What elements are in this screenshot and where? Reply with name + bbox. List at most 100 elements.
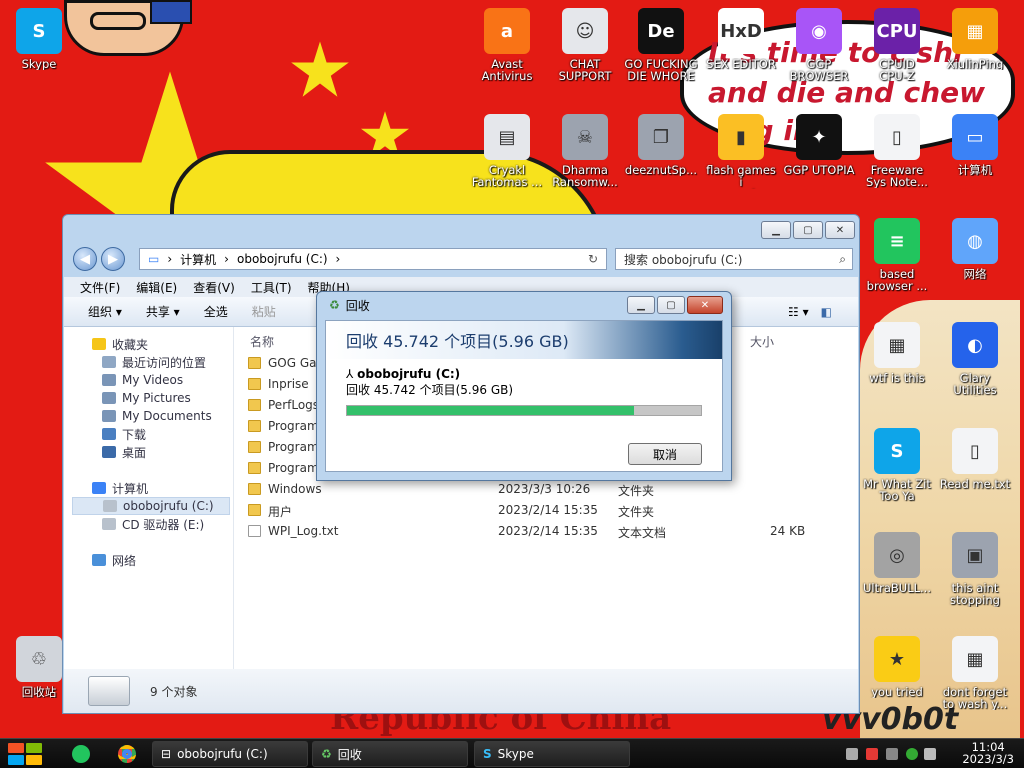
desktop-cpuz-shortcut[interactable]: CPU CPUID CPU-Z [860, 8, 934, 82]
column-size[interactable]: 大小 [750, 333, 774, 350]
skype-icon: S [16, 8, 62, 54]
nav-recent[interactable]: 最近访问的位置 [102, 353, 206, 371]
avast-icon: a [484, 8, 530, 54]
breadcrumb-computer[interactable]: 计算机 [180, 251, 216, 268]
taskbar-explorer-task[interactable]: ⊟ obobojrufu (C:) [152, 741, 308, 767]
cancel-button[interactable]: 取消 [628, 443, 702, 465]
tray-flag-icon[interactable] [866, 748, 878, 760]
file-row[interactable]: Windows 2023/3/3 10:26 文件夹 [236, 479, 858, 499]
desktop-this-aint-shortcut[interactable]: ▣ this aint stopping di... [938, 532, 1012, 607]
desktop-ultrabull-shortcut[interactable]: ◎ UltraBULL... [860, 532, 934, 594]
explorer-titlebar[interactable]: ▁ ▢ ✕ [63, 215, 859, 245]
cpuz-icon: CPU [874, 8, 920, 54]
folder-icon [248, 483, 261, 495]
taskbar-recycle-task[interactable]: ♻ 回收 [312, 741, 468, 767]
nav-favorites[interactable]: 收藏夹 [92, 335, 148, 353]
desktop-network-shortcut[interactable]: ◍ 网络 [938, 218, 1012, 280]
close-button[interactable]: ✕ [825, 221, 855, 239]
item-count: 9 个对象 [150, 684, 198, 699]
dialog-maximize-button[interactable]: ▢ [657, 296, 685, 314]
desktop-deeznut-shortcut[interactable]: ❐ deeznutSp... [624, 114, 698, 176]
select-all-button[interactable]: 全选 [204, 303, 228, 320]
desktop-chat-support-shortcut[interactable]: ☺ CHAT SUPPORT [548, 8, 622, 82]
breadcrumb-drive[interactable]: obobojrufu (C:) [237, 252, 328, 266]
nav-my-pictures[interactable]: My Pictures [102, 389, 191, 407]
nav-network[interactable]: 网络 [92, 551, 136, 569]
search-input[interactable]: 搜索 obobojrufu (C:) ⌕ [615, 248, 853, 270]
taskbar-chrome-pin[interactable] [112, 742, 142, 766]
address-bar[interactable]: ▭ › 计算机 › obobojrufu (C:) › ↻ [139, 248, 607, 270]
start-button[interactable] [6, 741, 44, 767]
tray-display-icon[interactable] [886, 748, 898, 760]
nav-desktop[interactable]: 桌面 [102, 443, 146, 461]
taskbar-skype-task[interactable]: S Skype [474, 741, 630, 767]
drive-large-icon [88, 676, 130, 706]
desktop-glary-shortcut[interactable]: ◐ Glary Utilities 4 [938, 322, 1012, 397]
desktop-wtf-shortcut[interactable]: ▦ wtf is this [860, 322, 934, 384]
tray-arrow-icon[interactable] [846, 748, 858, 760]
minimize-button[interactable]: ▁ [761, 221, 791, 239]
desktop-xiulinping-shortcut[interactable]: ▦ XiulinPing [938, 8, 1012, 70]
nav-downloads[interactable]: 下载 [102, 425, 146, 443]
file-name: 用户 [268, 505, 293, 519]
file-row[interactable]: WPI_Log.txt 2023/2/14 15:35 文本文档 24 KB [236, 521, 858, 541]
menu-tools[interactable]: 工具(T) [251, 279, 292, 296]
nav-drive-c[interactable]: obobojrufu (C:) [72, 497, 230, 515]
menu-view[interactable]: 查看(V) [193, 279, 235, 296]
desktop-dont-forget-shortcut[interactable]: ▦ dont forget to wash y... [938, 636, 1012, 710]
file-name: WPI_Log.txt [268, 524, 339, 538]
desktop-avast-shortcut[interactable]: a Avast Antivirus [470, 8, 544, 82]
desktop-freeware-shortcut[interactable]: ▯ Freeware Sys Note... [860, 114, 934, 188]
desktop-icon-label: this aint stopping di... [950, 582, 1000, 607]
menu-edit[interactable]: 编辑(E) [136, 279, 177, 296]
desktop-ggp-browser-shortcut[interactable]: ◉ GGP BROWSER [782, 8, 856, 82]
desktop-dharma-shortcut[interactable]: ☠ Dharma Ransomw... [548, 114, 622, 188]
maximize-button[interactable]: ▢ [793, 221, 823, 239]
desktop-skype2-shortcut[interactable]: S Mr What Zit Too Ya [860, 428, 934, 502]
cryakl-icon: ▤ [484, 114, 530, 160]
nav-my-videos[interactable]: My Videos [102, 371, 183, 389]
dialog-titlebar[interactable]: ♻ 回收 ▁ ▢ ✕ [317, 292, 731, 318]
nav-computer[interactable]: 计算机 [92, 479, 148, 497]
desktop-hex-editor-shortcut[interactable]: HxD SEX EDITOR [704, 8, 778, 70]
menu-file[interactable]: 文件(F) [80, 279, 120, 296]
view-options-icon[interactable]: ☷ ▾ [788, 305, 809, 319]
desktop-readme-shortcut[interactable]: ▯ Read me.txt [938, 428, 1012, 490]
flash-games-icon: ▮ [718, 114, 764, 160]
organize-button[interactable]: 组织 ▾ [88, 303, 122, 320]
paste-button[interactable]: 粘贴 [252, 303, 276, 320]
desktop-skype-shortcut[interactable]: S Skype [2, 8, 76, 70]
search-icon[interactable]: ⌕ [839, 252, 846, 267]
small-star-shape [291, 41, 349, 97]
start-logo-red [8, 743, 24, 753]
file-name: Inprise [268, 377, 309, 391]
network-icon: ◍ [952, 218, 998, 264]
desktop-flash-games-shortcut[interactable]: ▮ flash games i remember [704, 114, 778, 189]
file-row[interactable]: 用户 2023/2/14 15:35 文件夹 [236, 500, 858, 520]
refresh-icon[interactable]: ↻ [588, 252, 598, 266]
back-button[interactable]: ◀ [73, 247, 97, 271]
desktop-based-browser-shortcut[interactable]: ≡ based browser ... [860, 218, 934, 292]
tray-volume-icon[interactable] [924, 748, 936, 760]
share-button[interactable]: 共享 ▾ [146, 303, 180, 320]
nav-drive-e[interactable]: CD 驱动器 (E:) [102, 515, 204, 533]
dialog-minimize-button[interactable]: ▁ [627, 296, 655, 314]
dialog-close-button[interactable]: ✕ [687, 296, 723, 314]
tray-network-icon[interactable] [906, 748, 918, 760]
nav-my-documents[interactable]: My Documents [102, 407, 212, 425]
taskbar-browser-pin[interactable] [66, 742, 96, 766]
preview-pane-icon[interactable]: ◧ [821, 305, 832, 319]
desktop-ggp-utopia-shortcut[interactable]: ✦ GGP UTOPIA [782, 114, 856, 176]
recycle-progress-dialog[interactable]: ♻ 回收 ▁ ▢ ✕ 回收 45.742 个项目(5.96 GB) ⅄ obob… [316, 291, 732, 481]
desktop-die-shortcut[interactable]: De GO FUCKING DIE WHORE [624, 8, 698, 82]
desktop-you-tried-shortcut[interactable]: ★ you tried [860, 636, 934, 698]
desktop-cryakl-shortcut[interactable]: ▤ Cryakl Fantomas ... [470, 114, 544, 188]
dharma-icon: ☠ [562, 114, 608, 160]
forward-button[interactable]: ▶ [101, 247, 125, 271]
desktop-computer-shortcut[interactable]: ▭ 计算机 [938, 114, 1012, 176]
clock[interactable]: 11:04 2023/3/3 [962, 741, 1014, 765]
ultrabull-icon: ◎ [874, 532, 920, 578]
desktop-icon-label: Avast Antivirus [481, 58, 533, 82]
folder-icon [248, 441, 261, 453]
column-name[interactable]: 名称 [250, 333, 274, 350]
